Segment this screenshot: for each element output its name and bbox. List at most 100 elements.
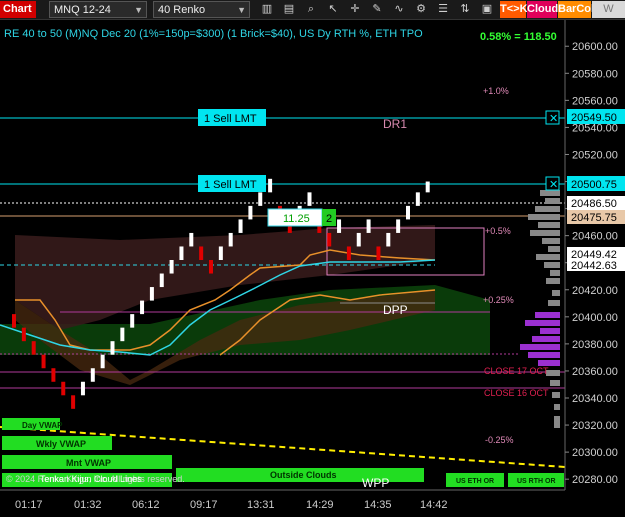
price-tick-label: 20280.00: [572, 474, 618, 486]
close-icon[interactable]: ✕: [549, 113, 558, 125]
renko-brick-up: [100, 354, 105, 369]
price-tag: 20475.75: [571, 212, 617, 224]
legend-us-rth-or: US RTH OR: [517, 478, 556, 485]
cloud-toggle-button[interactable]: Cloud: [527, 1, 558, 18]
crosshair-icon[interactable]: ✛: [346, 1, 364, 18]
renko-brick-up: [228, 232, 233, 247]
renko-brick-down: [51, 368, 56, 382]
renko-brick-up: [425, 181, 430, 193]
time-tick-label: 14:35: [364, 499, 392, 511]
chart-tab[interactable]: Chart: [0, 1, 36, 18]
renko-brick-up: [406, 205, 410, 220]
level-label: +0.25%: [483, 295, 514, 305]
order-price-tag: 20500.75: [571, 179, 617, 191]
tenkan-kijun-toggle-button[interactable]: T<>K: [500, 1, 528, 18]
position-qty-label[interactable]: 2: [326, 213, 332, 225]
indicators-icon[interactable]: ∿: [390, 1, 408, 18]
renko-brick-down: [376, 246, 381, 260]
level-label: +0.5%: [485, 226, 511, 236]
price-tick-label: 20600.00: [572, 41, 618, 53]
renko-brick-up: [140, 300, 145, 315]
price-tick-label: 20360.00: [572, 366, 618, 378]
position-pnl-label[interactable]: 11.25: [283, 213, 310, 225]
bar-type-selector[interactable]: 40 Renko ▼: [153, 1, 250, 18]
close-icon[interactable]: ✕: [549, 179, 558, 191]
price-tag: 20442.63: [571, 260, 617, 272]
renko-brick-up: [258, 192, 263, 206]
lock-icon[interactable]: ▣: [478, 1, 496, 18]
chart-title: RE 40 to 50 (M)NQ Dec 20 (1%=150p=$300) …: [4, 28, 423, 40]
price-tick-label: 20320.00: [572, 420, 618, 432]
price-tick-label: 20540.00: [572, 122, 618, 134]
zoom-icon[interactable]: ⌕: [302, 1, 320, 18]
time-tick-label: 06:12: [132, 499, 160, 511]
price-tick-label: 20340.00: [572, 393, 618, 405]
time-tick-label: 13:31: [247, 499, 275, 511]
drawing-tools-icon[interactable]: ✎: [368, 1, 386, 18]
price-tick-label: 20460.00: [572, 231, 618, 243]
renko-brick-up: [179, 246, 184, 260]
renko-brick-up: [169, 260, 174, 274]
level-label: DR1: [383, 117, 407, 131]
renko-brick-up: [415, 192, 420, 206]
price-tick-label: 20300.00: [572, 447, 618, 459]
time-tick-label: 01:32: [74, 499, 102, 511]
renko-brick-up: [307, 192, 312, 206]
renko-brick-up: [189, 232, 194, 247]
ichimoku-cloud: [0, 225, 490, 385]
renko-brick-up: [110, 341, 115, 355]
bar-chart-icon[interactable]: ▥: [258, 1, 276, 18]
data-box-icon[interactable]: ▤: [280, 1, 298, 18]
pointer-icon[interactable]: ↖: [324, 1, 342, 18]
renko-brick-down: [71, 395, 76, 409]
renko-brick-up: [248, 205, 253, 220]
renko-brick-down: [41, 354, 46, 369]
vwap-toggle-button[interactable]: W VWA: [592, 1, 625, 32]
level-label: DPP: [383, 303, 408, 317]
renko-brick-down: [199, 246, 204, 260]
renko-brick-down: [31, 341, 36, 355]
level-label: WPP: [362, 476, 389, 490]
price-tick-label: 20520.00: [572, 149, 618, 161]
chart-trader-icon[interactable]: ⇅: [456, 1, 474, 18]
renko-brick-down: [346, 246, 351, 260]
session-change: 0.58% = 118.50: [480, 31, 557, 43]
renko-brick-up: [159, 273, 164, 288]
renko-brick-down: [327, 232, 332, 247]
symbol-selector[interactable]: MNQ 12-24 ▼: [49, 1, 147, 18]
properties-icon[interactable]: ☰: [434, 1, 452, 18]
time-tick-label: 14:42: [420, 499, 448, 511]
renko-brick-up: [90, 368, 95, 382]
price-tick-label: 20420.00: [572, 285, 618, 297]
renko-brick-down: [12, 314, 16, 328]
renko-brick-down: [21, 327, 26, 342]
price-tick-label: 20400.00: [572, 312, 618, 324]
renko-brick-up: [386, 232, 391, 247]
legend-monthly-vwap: Mnt VWAP: [66, 458, 111, 468]
time-axis[interactable]: 01:17 01:32 06:12 09:17 13:31 14:29 14:3…: [0, 489, 565, 511]
renko-brick-up: [396, 219, 401, 233]
renko-brick-up: [149, 287, 154, 301]
order-label: 1 Sell LMT: [204, 179, 257, 191]
chart-panel[interactable]: 20600.00 20580.00 20560.00 20540.00 20520.00…: [0, 20, 625, 517]
chevron-down-icon: ▼: [134, 5, 143, 15]
price-tick-label: 20580.00: [572, 68, 618, 80]
last-price-tag: 20486.50: [571, 198, 617, 210]
renko-brick-up: [366, 219, 371, 233]
order-price-tag: 20549.50: [571, 112, 617, 124]
bar-type-value: 40 Renko: [158, 4, 206, 16]
renko-brick-up: [268, 178, 273, 193]
strategy-icon[interactable]: ⚙: [412, 1, 430, 18]
renko-brick-up: [218, 246, 223, 260]
legend-day-vwap: Day VWAP: [22, 421, 63, 430]
time-tick-label: 14:29: [306, 499, 334, 511]
time-tick-label: 09:17: [190, 499, 218, 511]
level-label: -0.25%: [485, 435, 514, 445]
legend-outside-clouds: Outside Clouds: [270, 470, 337, 480]
ichimoku-legend-label: Tenkan Kijun Cloud Lines: [40, 474, 142, 484]
chart-toolbar: Chart MNQ 12-24 ▼ 40 Renko ▼ ▥ ▤ ⌕ ↖ ✛ ✎…: [0, 0, 625, 32]
legend-weekly-vwap: Wkly VWAP: [36, 439, 86, 449]
order-label: 1 Sell LMT: [204, 113, 257, 125]
bar-color-toggle-button[interactable]: BarCol: [558, 1, 594, 18]
legend-us-eth-or: US ETH OR: [456, 478, 494, 485]
